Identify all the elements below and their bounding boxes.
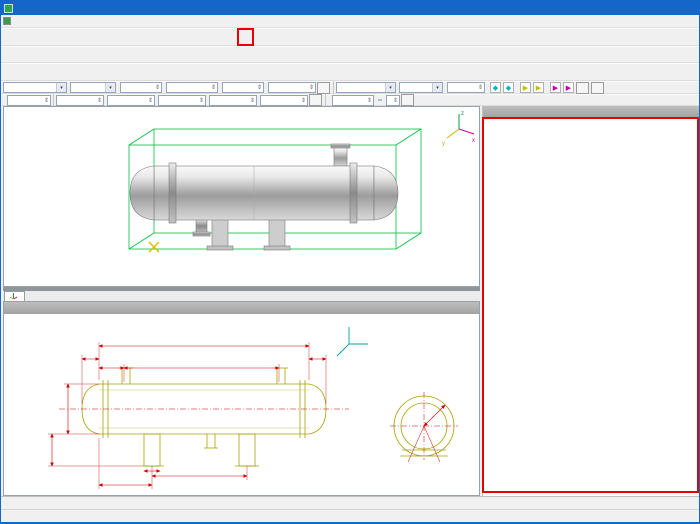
app-icon [4,4,13,13]
param-undo-2-button[interactable] [401,94,414,106]
x-input[interactable]: ⇕ [166,82,218,93]
param-p2-input[interactable]: ⇕ [107,95,155,106]
param-p5-input[interactable]: ⇕ [260,95,308,106]
spinner-icon[interactable]: ⇕ [211,84,216,91]
svg-text:z: z [461,111,464,117]
param-p3-input[interactable]: ⇕ [158,95,206,106]
diagram-axis-icon [337,327,368,356]
spinner-icon[interactable]: ⇕ [155,84,160,91]
status-bar [1,509,700,524]
support-leg[interactable] [212,219,228,249]
param-p1-input[interactable]: ⇕ [56,95,104,106]
spinner-icon[interactable]: ⇕ [393,97,398,104]
menu-bar [1,15,699,28]
svg-text:y: y [442,141,445,147]
vessel-outline [82,368,326,466]
z-input[interactable]: ⇕ [268,82,316,93]
leg-baseplate[interactable] [264,246,290,250]
spinner-icon[interactable]: ⇕ [478,84,483,91]
toolbar-view [1,46,699,63]
properties-panel-header [483,106,700,118]
spinner-icon[interactable]: ⇕ [367,97,372,104]
y-input[interactable]: ⇕ [222,82,264,93]
undo-move-button[interactable] [591,82,604,94]
spinner-icon[interactable]: ⇕ [97,97,102,104]
y-rotate-plus-icon[interactable]: ▶ [563,82,574,93]
rotate-button[interactable] [576,82,589,94]
layer-select[interactable]: ▾ [70,82,116,93]
parameter-panel [3,301,480,496]
chevron-down-icon: ▾ [105,83,115,92]
parameter-panel-header [4,302,479,314]
document-tab-bar [3,287,480,301]
chevron-down-icon: ▾ [56,83,66,92]
spinner-icon[interactable]: ⇕ [257,84,262,91]
pick-marker-icon [149,242,159,252]
fit-toggle-group [378,99,382,101]
tab-plant-area[interactable] [4,291,25,301]
spinner-icon[interactable]: ⇕ [44,97,49,104]
param-step-input[interactable]: ⇕ [332,95,374,106]
view-tab-icon [10,293,17,300]
properties-panel [482,106,700,496]
top-nozzle[interactable] [334,147,347,167]
y-rotate-minus-icon[interactable]: ▶ [550,82,561,93]
angle-input[interactable]: ⇕ [447,82,485,93]
left-flange[interactable] [169,163,176,223]
plant-select[interactable]: ▾ [3,82,67,93]
spinner-icon[interactable]: ⇕ [309,84,314,91]
extension-lines [48,342,326,489]
shell[interactable] [154,166,374,220]
axis-triad-icon: z x y [442,111,475,147]
chevron-down-icon: ▾ [432,83,442,92]
param-delta-input[interactable]: ⇕ [7,95,51,106]
dimension-lines [52,346,445,485]
viewport-3d[interactable]: z x y [3,106,480,287]
svg-text:x: x [472,138,475,144]
application-window: ▾ ▾ ⇕ ⇕ ⇕ ⇕ ▾ ▾ ⇕ ◆ ◆ ▶ ▶ ▶ ▶ ⇕ ⇕ ⇕ ⇕ ⇕ [0,0,700,524]
bottom-tab-bar [1,496,700,509]
toolbar-standard [1,28,699,46]
delta-input[interactable]: ⇕ [120,82,162,93]
top-nozzle-flange[interactable] [331,144,350,148]
bottom-nozzle-flange[interactable] [193,232,210,236]
bottom-nozzle[interactable] [196,219,207,233]
x-rotate-minus-icon[interactable]: ▶ [520,82,531,93]
toolbar-parameters: ⇕ ⇕ ⇕ ⇕ ⇕ ⇕ ⇕ ⇕ [1,94,699,106]
heat-exchanger-model[interactable] [130,144,398,250]
spinner-icon[interactable]: ⇕ [199,97,204,104]
leg-baseplate[interactable] [207,246,233,250]
z-move-plus-icon[interactable]: ◆ [503,82,514,93]
spinner-icon[interactable]: ⇕ [148,97,153,104]
spinner-icon[interactable]: ⇕ [250,97,255,104]
undo-coordinate-button[interactable] [317,82,330,94]
toolbar-coordinates: ▾ ▾ ⇕ ⇕ ⇕ ⇕ ▾ ▾ ⇕ ◆ ◆ ▶ ▶ ▶ ▶ [1,81,699,94]
viewport-canvas[interactable]: z x y [4,107,479,286]
param-undo-button[interactable] [309,94,322,106]
x-rotate-plus-icon[interactable]: ▶ [533,82,544,93]
support-leg[interactable] [269,219,285,249]
left-head[interactable] [130,166,154,220]
z-move-minus-icon[interactable]: ◆ [490,82,501,93]
centerlines [59,392,458,460]
right-head[interactable] [374,166,398,220]
param-mini-input[interactable]: ⇕ [386,95,400,106]
document-icon [3,17,11,25]
right-flange[interactable] [350,163,357,223]
param-p4-input[interactable]: ⇕ [209,95,257,106]
chevron-down-icon: ▾ [385,83,395,92]
title-bar [1,1,699,15]
toolbar-axis [1,63,699,81]
plant-select-2[interactable]: ▾ [336,82,396,93]
properties-table [483,118,700,496]
layer-select-2[interactable]: ▾ [399,82,443,93]
spinner-icon[interactable]: ⇕ [301,97,306,104]
parametric-diagram [4,314,479,495]
